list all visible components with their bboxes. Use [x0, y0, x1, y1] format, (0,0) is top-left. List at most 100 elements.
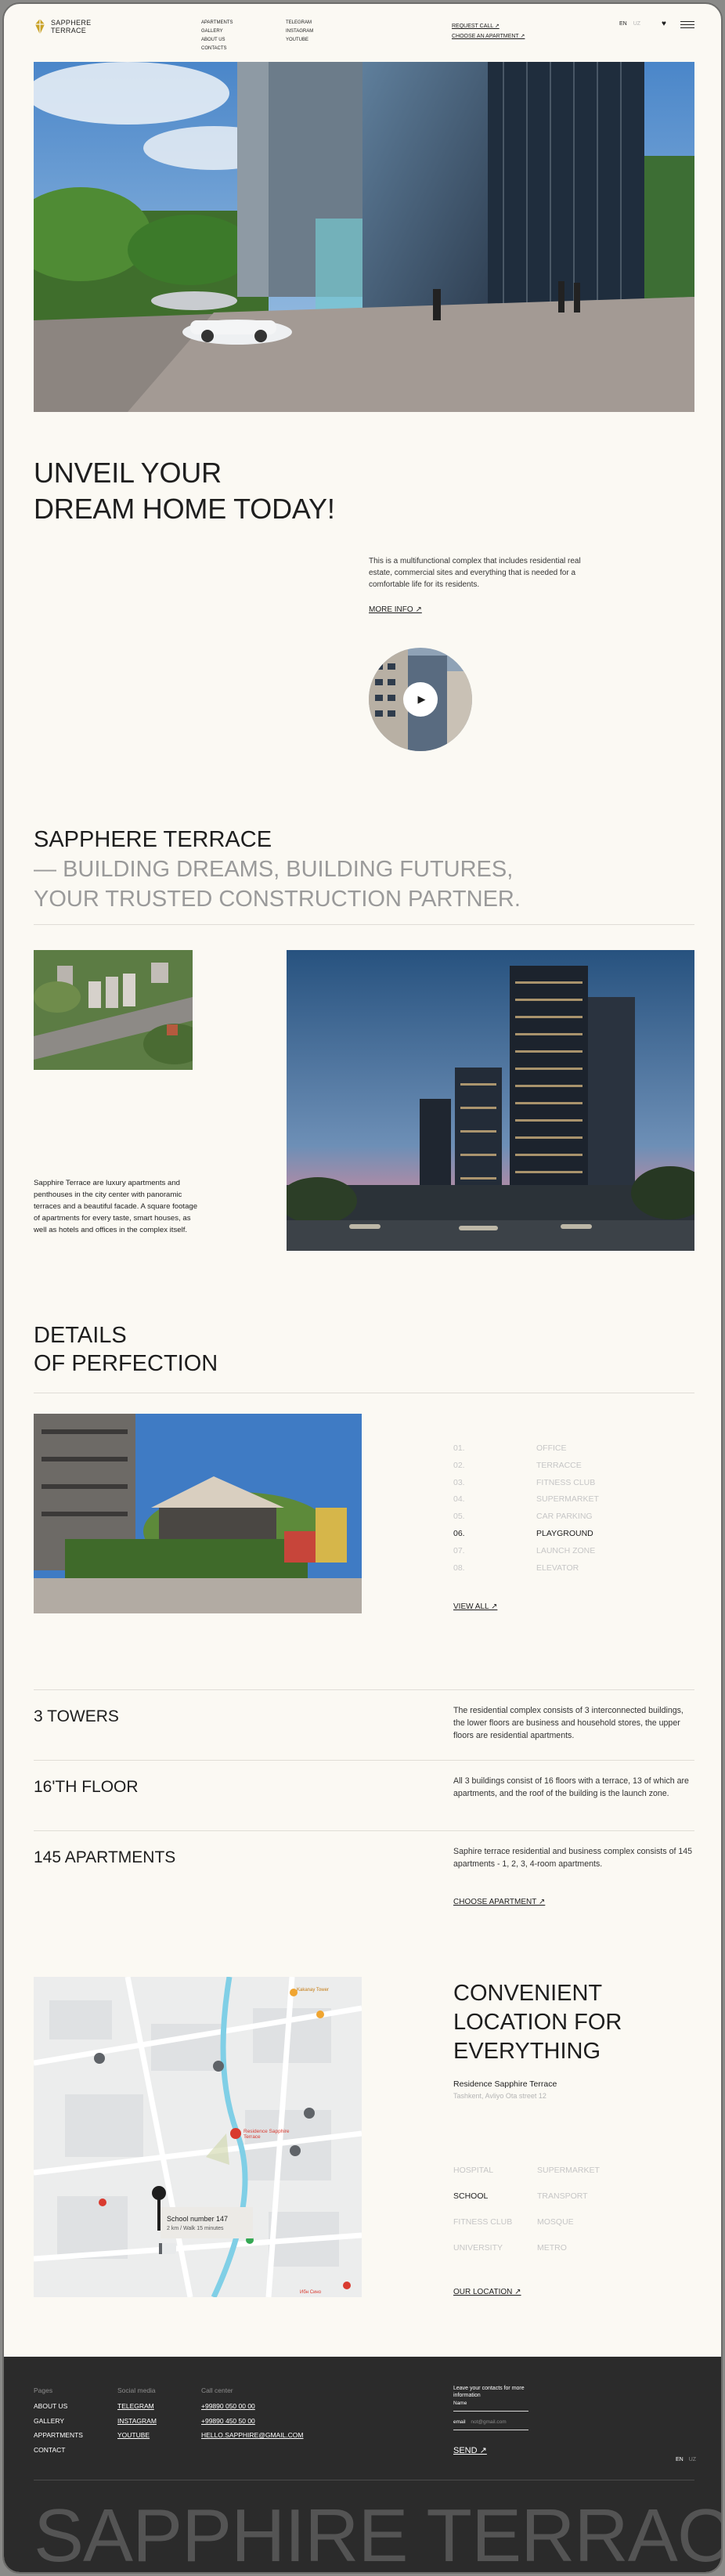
nav-social: TELEGRAM INSTAGRAM YOUTUBE [286, 19, 313, 45]
footer-phone-2[interactable]: +99890 450 50 00 [201, 2414, 304, 2429]
footer-pages-title: Pages [34, 2386, 53, 2394]
nav-youtube[interactable]: YOUTUBE [286, 36, 313, 45]
footer-link-instagram[interactable]: INSTAGRAM [117, 2414, 157, 2429]
stat-row: 145 APARTMENTS Saphire terrace residenti… [34, 1830, 694, 1893]
places-row: HOSPITAL SUPERMARKET [453, 2166, 657, 2191]
detail-item[interactable]: 01. OFFICE [453, 1443, 657, 1461]
footer-lang-en[interactable]: EN [676, 2457, 684, 2462]
header: SAPPHERE TERRACE APARTMENTS GALLERY ABOU… [4, 4, 721, 59]
play-icon: ▶ [417, 693, 426, 705]
play-button[interactable]: ▶ [403, 682, 438, 717]
place-transport[interactable]: TRANSPORT [537, 2191, 621, 2217]
detail-item[interactable]: 04. SUPERMARKET [453, 1494, 657, 1512]
detail-item[interactable]: 08. ELEVATOR [453, 1563, 657, 1581]
dash-icon: — [34, 857, 63, 882]
contact-text: Leave your contacts for more information [453, 2386, 525, 2398]
stat-value: Saphire terrace residential and business… [453, 1847, 693, 1869]
place-school[interactable]: SCHOOL [453, 2191, 537, 2217]
name-field[interactable]: Name [453, 2401, 528, 2412]
map-label: Ибн Сино [300, 2290, 322, 2295]
address: Residence Sapphire Terrace [453, 2079, 557, 2089]
intro-text: This is a multifunctional complex that i… [369, 557, 581, 589]
detail-item[interactable]: 03. FITNESS CLUB [453, 1478, 657, 1495]
detail-item-label: LAUNCH ZONE [536, 1545, 596, 1555]
detail-item[interactable]: 07. LAUNCH ZONE [453, 1546, 657, 1563]
footer-lang-uz[interactable]: UZ [689, 2457, 696, 2462]
stat-row: 3 TOWERS The residential complex consist… [34, 1689, 694, 1760]
choose-apartment-button[interactable]: CHOOSE APARTMENT ↗ [453, 1898, 545, 1906]
footer-social-title: Social media [117, 2386, 156, 2394]
footer-link-telegram[interactable]: TELEGRAM [117, 2399, 157, 2414]
location-title-line-3: EVERYTHING [453, 2039, 601, 2064]
nav-contacts[interactable]: CONTACTS [201, 45, 233, 53]
language-switch: EN UZ [619, 21, 640, 27]
menu-hamburger-icon[interactable] [680, 21, 694, 31]
footer-link-contact[interactable]: CONTACT [34, 2443, 83, 2458]
nav-about[interactable]: ABOUT US [201, 36, 233, 45]
place-metro[interactable]: METRO [537, 2243, 621, 2269]
map-label: Kakanay Tower [297, 1988, 329, 1993]
detail-item-label: FITNESS CLUB [536, 1477, 596, 1487]
footer-link-gallery[interactable]: GALLERY [34, 2414, 83, 2429]
footer-email[interactable]: HELLO.SAPPHIRE@GMAIL.COM [201, 2428, 304, 2443]
place-supermarket[interactable]: SUPERMARKET [537, 2166, 621, 2191]
our-location-link[interactable]: OUR LOCATION ↗ [453, 2288, 521, 2296]
logo-mark-icon [35, 19, 45, 34]
intro-title-line-1: UNVEIL YOUR [34, 457, 222, 489]
nav-gallery[interactable]: GALLERY [201, 27, 233, 36]
intro-title-line-2: DREAM HOME TODAY! [34, 493, 335, 525]
detail-item[interactable]: 02. TERRACCE [453, 1461, 657, 1478]
stat-key: 145 APARTMENTS [34, 1848, 176, 1866]
detail-item-number: 04. [453, 1494, 465, 1505]
map-pin-label: Residence Sapphire Terrace [243, 2129, 290, 2140]
detail-item[interactable]: 06. PLAYGROUND [453, 1529, 657, 1546]
stat-key: 16'TH FLOOR [34, 1778, 139, 1796]
place-hospital[interactable]: HOSPITAL [453, 2166, 537, 2191]
footer-link-apartments[interactable]: APPARTMENTS [34, 2428, 83, 2443]
footer-link-youtube[interactable]: YOUTUBE [117, 2428, 157, 2443]
nav-apartments[interactable]: APARTMENTS [201, 19, 233, 27]
nav-telegram[interactable]: TELEGRAM [286, 19, 313, 27]
building-night-image [287, 950, 694, 1251]
detail-item[interactable]: 05. CAR PARKING [453, 1512, 657, 1529]
detail-item-number: 06. [453, 1528, 465, 1538]
email-field[interactable]: email not@gmail.com [453, 2419, 528, 2430]
places-list: HOSPITAL SUPERMARKET SCHOOL TRANSPORT FI… [453, 2166, 657, 2269]
details-list: 01. OFFICE 02. TERRACCE 03. FITNESS CLUB 04. SU… [453, 1443, 657, 1580]
footer-link-about[interactable]: ABOUT US [34, 2399, 83, 2414]
video-thumbnail[interactable]: ▶ [369, 648, 472, 751]
footer-phone-1[interactable]: +99890 050 00 00 [201, 2399, 304, 2414]
place-university[interactable]: UNIVERSITY [453, 2243, 537, 2269]
location-heading: CONVENIENT LOCATION FOR EVERYTHING [453, 1979, 622, 2066]
send-button[interactable]: SEND ↗ [453, 2445, 487, 2455]
request-call-link[interactable]: REQUEST CALL ↗ [452, 21, 525, 31]
email-label: email [453, 2419, 466, 2425]
stat-value: All 3 buildings consist of 16 floors wit… [453, 1776, 689, 1798]
hero-image [34, 62, 694, 412]
footer-call: Call center +99890 050 00 00 +99890 450 … [201, 2386, 304, 2443]
detail-item-label: SUPERMARKET [536, 1494, 599, 1505]
lang-en[interactable]: EN [619, 21, 627, 27]
about-title: SAPPHERE TERRACE [34, 827, 272, 852]
nav-instagram[interactable]: INSTAGRAM [286, 27, 313, 36]
location-map[interactable]: School number 147 2 km / Walk 15 minutes… [34, 1977, 362, 2297]
footer-language-switch: EN UZ [676, 2457, 696, 2462]
divider [34, 924, 694, 925]
lang-uz[interactable]: UZ [633, 21, 640, 27]
logo-line-2: TERRACE [51, 27, 87, 34]
detail-item-label: PLAYGROUND [536, 1528, 593, 1538]
place-mosque[interactable]: MOSQUE [537, 2217, 621, 2243]
logo[interactable]: SAPPHERE TERRACE [34, 18, 91, 35]
playground-image [34, 1414, 362, 1613]
detail-item-label: TERRACCE [536, 1460, 582, 1470]
aerial-image [34, 950, 193, 1070]
more-info-link[interactable]: MORE INFO ↗ [369, 605, 422, 614]
email-placeholder: not@gmail.com [471, 2419, 507, 2425]
detail-item-number: 01. [453, 1443, 465, 1453]
place-fitness-club[interactable]: FITNESS CLUB [453, 2217, 537, 2243]
nav-actions: REQUEST CALL ↗ CHOOSE AN APARTMENT ↗ [452, 21, 525, 42]
favorites-heart-icon[interactable]: ♥ [662, 20, 666, 28]
intro-title: UNVEIL YOUR DREAM HOME TODAY! [34, 455, 425, 527]
view-all-link[interactable]: VIEW ALL ↗ [453, 1602, 497, 1611]
choose-apartment-link[interactable]: CHOOSE AN APARTMENT ↗ [452, 31, 525, 42]
